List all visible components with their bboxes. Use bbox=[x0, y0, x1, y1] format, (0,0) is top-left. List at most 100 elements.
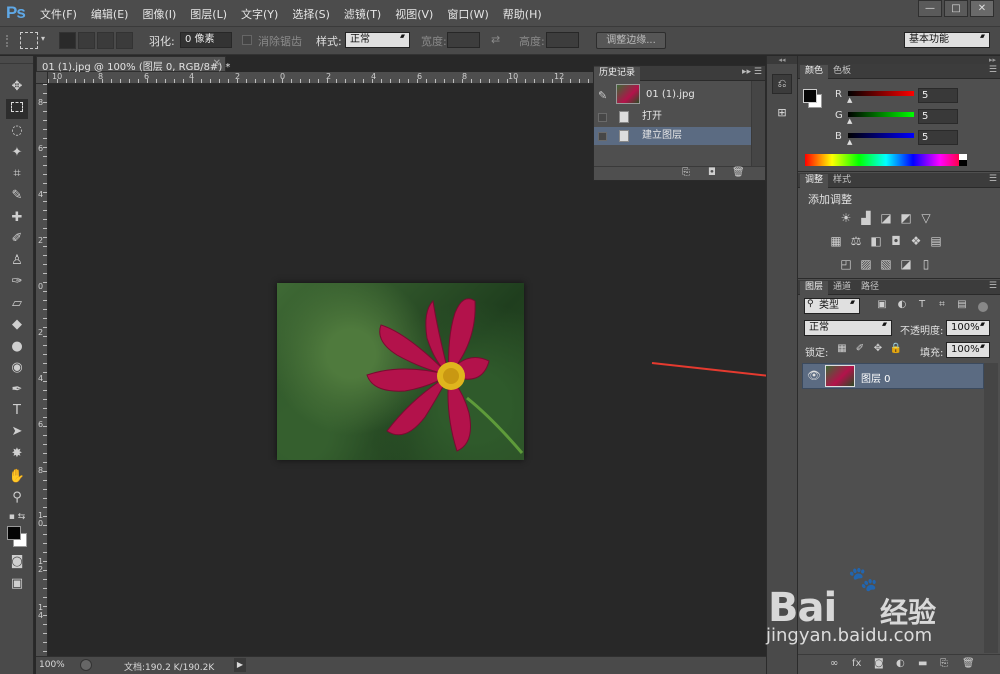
slider-handle-icon[interactable]: ▲ bbox=[847, 117, 852, 125]
vibrance-icon[interactable]: ▽ bbox=[918, 211, 934, 225]
lock-pixels-icon[interactable]: ✐ bbox=[852, 343, 868, 354]
menu-layer[interactable]: 图层(L) bbox=[190, 6, 227, 22]
tab-layers[interactable]: 图层 bbox=[800, 281, 829, 295]
history-state-checkbox[interactable] bbox=[598, 113, 607, 122]
panel-menu-icon[interactable]: ☰ bbox=[989, 174, 997, 184]
add-selection-icon[interactable] bbox=[78, 32, 95, 49]
filter-pixel-icon[interactable]: ▣ bbox=[874, 299, 890, 310]
zoom-tool-icon[interactable]: ⚲ bbox=[6, 488, 28, 508]
ruler-corner[interactable] bbox=[36, 72, 48, 84]
new-document-from-state-icon[interactable]: ⎘ bbox=[682, 167, 690, 178]
lock-all-icon[interactable]: 🔒 bbox=[888, 343, 904, 354]
fill-input[interactable]: 100% bbox=[946, 342, 990, 358]
minimize-button[interactable]: — bbox=[918, 0, 942, 17]
rect-marquee-tool-icon[interactable] bbox=[6, 99, 28, 119]
history-state[interactable]: 打开 bbox=[594, 108, 752, 126]
intersect-selection-icon[interactable] bbox=[116, 32, 133, 49]
trash-icon[interactable]: 🗑 bbox=[732, 167, 745, 178]
channel-mixer-icon[interactable]: ❖ bbox=[908, 234, 924, 248]
zoom-level[interactable]: 100% bbox=[39, 660, 65, 670]
hand-tool-icon[interactable]: ✋ bbox=[6, 467, 28, 487]
green-slider[interactable] bbox=[848, 112, 914, 117]
panel-menu-icon[interactable]: ▸▸ ☰ bbox=[742, 67, 762, 77]
menu-view[interactable]: 视图(V) bbox=[395, 6, 433, 22]
history-snapshot[interactable]: ✎ 01 (1).jpg bbox=[594, 83, 752, 107]
new-layer-icon[interactable]: ⎘ bbox=[940, 658, 948, 669]
black-white-icon[interactable]: ◧ bbox=[868, 234, 884, 248]
paint-bucket-tool-icon[interactable]: ◆ bbox=[6, 315, 28, 335]
visibility-eye-icon[interactable]: 👁 bbox=[807, 369, 821, 382]
levels-icon[interactable]: ▟ bbox=[858, 211, 874, 225]
marquee-preset-icon[interactable] bbox=[20, 32, 38, 49]
curves-icon[interactable]: ◪ bbox=[878, 211, 894, 225]
color-ramp[interactable] bbox=[805, 154, 967, 166]
properties-panel-icon[interactable]: ⊞ bbox=[772, 104, 792, 124]
slider-handle-icon[interactable]: ▲ bbox=[847, 96, 852, 104]
menu-type[interactable]: 文字(Y) bbox=[241, 6, 278, 22]
close-button[interactable]: ✕ bbox=[970, 0, 994, 17]
height-input[interactable] bbox=[546, 32, 579, 48]
vertical-ruler[interactable]: 8 6 4 2 0 2 4 6 8 1 0 1 2 1 4 bbox=[36, 84, 48, 656]
history-state-active[interactable]: 建立图层 bbox=[594, 127, 752, 145]
refine-edge-button[interactable]: 调整边缘... bbox=[596, 32, 666, 49]
layer-style-icon[interactable]: fx bbox=[852, 658, 861, 669]
subtract-selection-icon[interactable] bbox=[97, 32, 114, 49]
tab-history[interactable]: 历史记录 bbox=[594, 67, 641, 81]
panel-menu-icon[interactable]: ☰ bbox=[989, 65, 997, 75]
swap-icon[interactable]: ⇄ bbox=[491, 33, 500, 46]
preset-dropdown-icon[interactable]: ▾ bbox=[41, 34, 45, 43]
blend-mode-select[interactable]: 正常 bbox=[804, 320, 892, 336]
tab-paths[interactable]: 路径 bbox=[856, 281, 884, 295]
snapshot-camera-icon[interactable]: ◘ bbox=[708, 167, 716, 178]
filter-shape-icon[interactable]: ⌗ bbox=[934, 299, 950, 310]
photo-filter-icon[interactable]: ◘ bbox=[888, 234, 904, 248]
tab-color[interactable]: 颜色 bbox=[800, 65, 829, 79]
close-document-icon[interactable]: ✕ bbox=[213, 58, 221, 69]
add-mask-icon[interactable]: ◙ bbox=[874, 658, 884, 669]
threshold-icon[interactable]: ▧ bbox=[878, 257, 894, 271]
pen-tool-icon[interactable]: ✒ bbox=[6, 380, 28, 400]
menu-image[interactable]: 图像(I) bbox=[142, 6, 176, 22]
magic-wand-tool-icon[interactable]: ✦ bbox=[6, 143, 28, 163]
screen-mode-icon[interactable]: ▣ bbox=[6, 574, 28, 594]
new-adjustment-layer-icon[interactable]: ◐ bbox=[896, 658, 905, 669]
menu-file[interactable]: 文件(F) bbox=[40, 6, 77, 22]
eyedropper-tool-icon[interactable]: ✎ bbox=[6, 186, 28, 206]
type-tool-icon[interactable]: T bbox=[6, 401, 28, 421]
restore-button[interactable]: □ bbox=[944, 0, 968, 17]
delete-layer-icon[interactable]: 🗑 bbox=[962, 658, 975, 669]
red-slider[interactable] bbox=[848, 91, 914, 96]
blur-tool-icon[interactable]: ● bbox=[6, 337, 28, 357]
red-value-input[interactable]: 5 bbox=[918, 88, 958, 103]
gradient-map-icon[interactable]: ▯ bbox=[918, 257, 934, 271]
menu-window[interactable]: 窗口(W) bbox=[447, 6, 488, 22]
dodge-tool-icon[interactable]: ◉ bbox=[6, 358, 28, 378]
history-state-checkbox[interactable] bbox=[598, 132, 607, 141]
history-brush-tool-icon[interactable]: ✑ bbox=[6, 272, 28, 292]
green-value-input[interactable]: 5 bbox=[918, 109, 958, 124]
opacity-input[interactable]: 100% bbox=[946, 320, 990, 336]
color-lookup-icon[interactable]: ▤ bbox=[928, 234, 944, 248]
status-menu-arrow-icon[interactable]: ▶ bbox=[234, 658, 246, 672]
blue-slider[interactable] bbox=[848, 133, 914, 138]
tab-channels[interactable]: 通道 bbox=[828, 281, 856, 295]
color-balance-icon[interactable]: ⚖ bbox=[848, 234, 864, 248]
filter-toggle[interactable] bbox=[978, 302, 988, 312]
panel-menu-icon[interactable]: ☰ bbox=[989, 281, 997, 291]
slider-handle-icon[interactable]: ▲ bbox=[847, 138, 852, 146]
new-selection-icon[interactable] bbox=[59, 32, 76, 49]
lock-transparent-icon[interactable]: ▦ bbox=[834, 343, 850, 354]
lock-position-icon[interactable]: ✥ bbox=[870, 343, 886, 354]
menu-edit[interactable]: 编辑(E) bbox=[91, 6, 129, 22]
tools-panel-grip[interactable] bbox=[0, 56, 33, 64]
clone-stamp-tool-icon[interactable]: ♙ bbox=[6, 251, 28, 271]
shape-tool-icon[interactable]: ✸ bbox=[6, 444, 28, 464]
new-group-icon[interactable]: ▬ bbox=[918, 658, 927, 669]
quick-mask-icon[interactable]: ◙ bbox=[6, 552, 28, 572]
eraser-tool-icon[interactable]: ▱ bbox=[6, 294, 28, 314]
filter-type-icon[interactable]: T bbox=[914, 299, 930, 310]
foreground-color-chip[interactable] bbox=[803, 89, 817, 103]
flower-photo[interactable] bbox=[277, 283, 524, 460]
invert-icon[interactable]: ◰ bbox=[838, 257, 854, 271]
style-select[interactable]: 正常 bbox=[345, 32, 410, 48]
